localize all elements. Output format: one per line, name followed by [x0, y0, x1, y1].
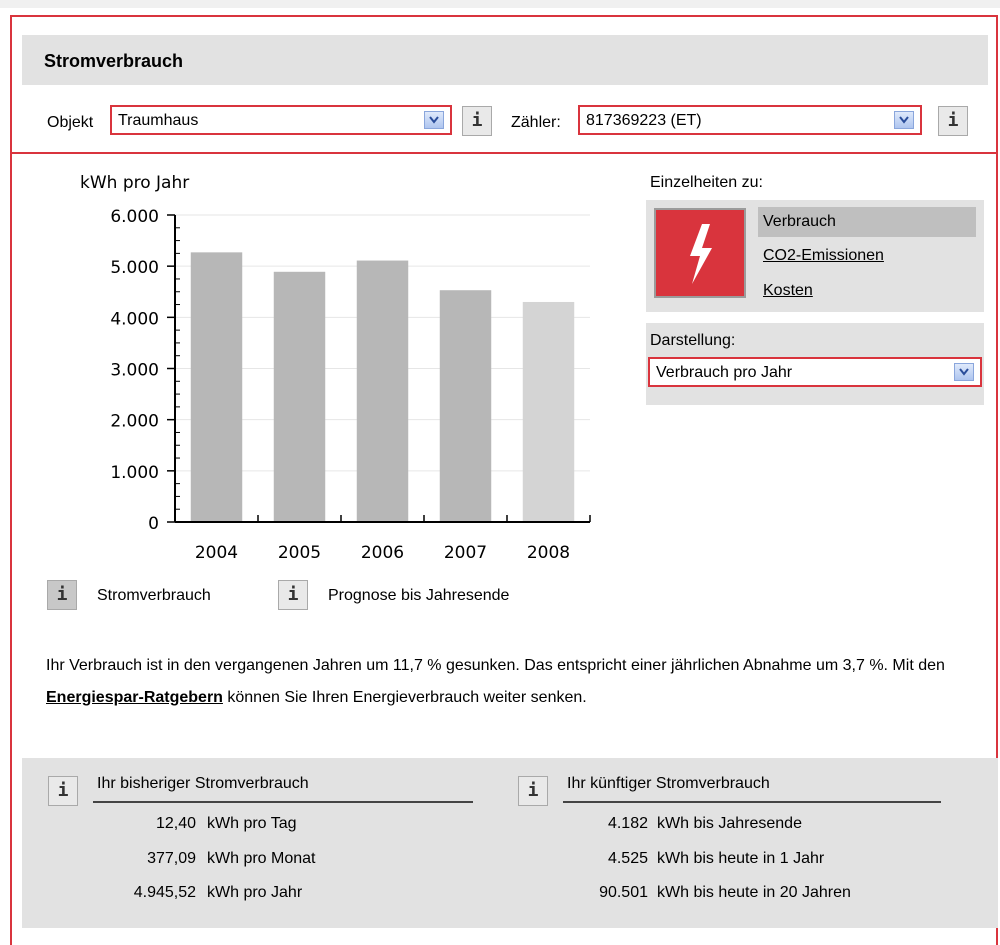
bar-2004	[190, 252, 243, 522]
details-item-co2-emissionen[interactable]: CO2-Emissionen	[763, 247, 884, 265]
chevron-down-icon[interactable]	[894, 111, 914, 129]
x-tick-label: 2007	[444, 543, 487, 563]
future-value-20-years: 90.501	[599, 884, 648, 901]
meter-label: Zähler:	[511, 114, 561, 131]
y-tick-label: 2.000	[110, 412, 159, 432]
forecast-info-icon[interactable]: i	[278, 580, 308, 610]
past-value-year: 4.945,52	[133, 884, 196, 901]
summary-text-part: Ihr Verbrauch ist in den vergangenen Jah…	[46, 657, 945, 674]
top-strip	[0, 0, 1000, 8]
display-panel: Darstellung: Verbrauch pro Jahr	[646, 323, 984, 405]
future-value-year-end: 4.182	[607, 815, 648, 832]
past-info-icon[interactable]: i	[48, 776, 78, 806]
legend-forecast: Prognose bis Jahresende	[328, 587, 510, 604]
future-info-icon[interactable]: i	[518, 776, 548, 806]
display-select-value: Verbrauch pro Jahr	[656, 364, 793, 381]
x-tick-label: 2006	[361, 543, 404, 563]
y-axis-label: kWh pro Jahr	[80, 173, 189, 193]
chevron-down-icon[interactable]	[954, 363, 974, 381]
details-heading: Einzelheiten zu:	[650, 174, 763, 191]
x-tick-label: 2005	[278, 543, 321, 563]
meter-info-icon[interactable]: i	[938, 106, 968, 136]
future-title: Ihr künftiger Stromverbrauch	[567, 775, 770, 792]
y-tick-label: 4.000	[110, 309, 159, 329]
y-tick-label: 6.000	[110, 207, 159, 227]
future-underline	[563, 801, 941, 803]
lightning-bolt-icon	[654, 208, 746, 298]
meter-select-value: 817369223 (ET)	[586, 112, 702, 129]
display-select[interactable]: Verbrauch pro Jahr	[648, 357, 982, 387]
future-unit-1-year: kWh bis heute in 1 Jahr	[657, 850, 825, 867]
object-info-icon[interactable]: i	[462, 106, 492, 136]
past-unit-month: kWh pro Monat	[207, 850, 316, 867]
y-tick-label: 1.000	[110, 463, 159, 483]
past-underline	[93, 801, 473, 803]
consumption-chart: kWh pro Jahr 0 1.000 2.000 3.000 4.000 5.000 6.…	[80, 173, 591, 563]
display-label: Darstellung:	[650, 332, 736, 349]
summary-text-part: können Sie Ihren Energieverbrauch weiter…	[222, 689, 587, 706]
past-value-day: 12,40	[155, 815, 196, 832]
panel-title: Stromverbrauch	[44, 51, 184, 71]
legend-consumption: Stromverbrauch	[97, 587, 211, 604]
past-unit-year: kWh pro Jahr	[207, 884, 303, 901]
summary-text: Ihr Verbrauch ist in den vergangenen Jah…	[46, 650, 946, 714]
future-value-1-year: 4.525	[607, 850, 648, 867]
past-title: Ihr bisheriger Stromverbrauch	[97, 775, 309, 792]
object-select-value: Traumhaus	[118, 112, 199, 129]
bar-2008	[522, 301, 575, 522]
divider	[12, 152, 998, 154]
y-tick-label: 5.000	[110, 258, 159, 278]
object-label: Objekt	[47, 114, 94, 131]
bar-2006	[356, 260, 409, 522]
future-unit-20-years: kWh bis heute in 20 Jahren	[657, 884, 851, 901]
future-unit-year-end: kWh bis Jahresende	[657, 815, 802, 832]
y-tick-label: 0	[148, 514, 159, 534]
meter-select[interactable]: 817369223 (ET)	[578, 105, 922, 135]
x-tick-label: 2004	[195, 543, 238, 563]
object-select[interactable]: Traumhaus	[110, 105, 452, 135]
details-panel: Verbrauch CO2-Emissionen Kosten	[646, 200, 984, 312]
chevron-down-icon[interactable]	[424, 111, 444, 129]
x-tick-label: 2008	[527, 543, 570, 563]
details-item-kosten[interactable]: Kosten	[763, 282, 813, 300]
bar-2005	[273, 271, 326, 522]
energy-saving-guide-link[interactable]: Energiespar-Ratgebern	[46, 689, 223, 706]
past-value-month: 377,09	[147, 850, 196, 867]
panel-header: Stromverbrauch	[22, 35, 988, 85]
details-item-verbrauch[interactable]: Verbrauch	[763, 213, 836, 231]
y-tick-label: 3.000	[110, 361, 159, 381]
bar-2007	[439, 290, 492, 522]
consumption-info-icon[interactable]: i	[47, 580, 77, 610]
past-unit-day: kWh pro Tag	[207, 815, 297, 832]
